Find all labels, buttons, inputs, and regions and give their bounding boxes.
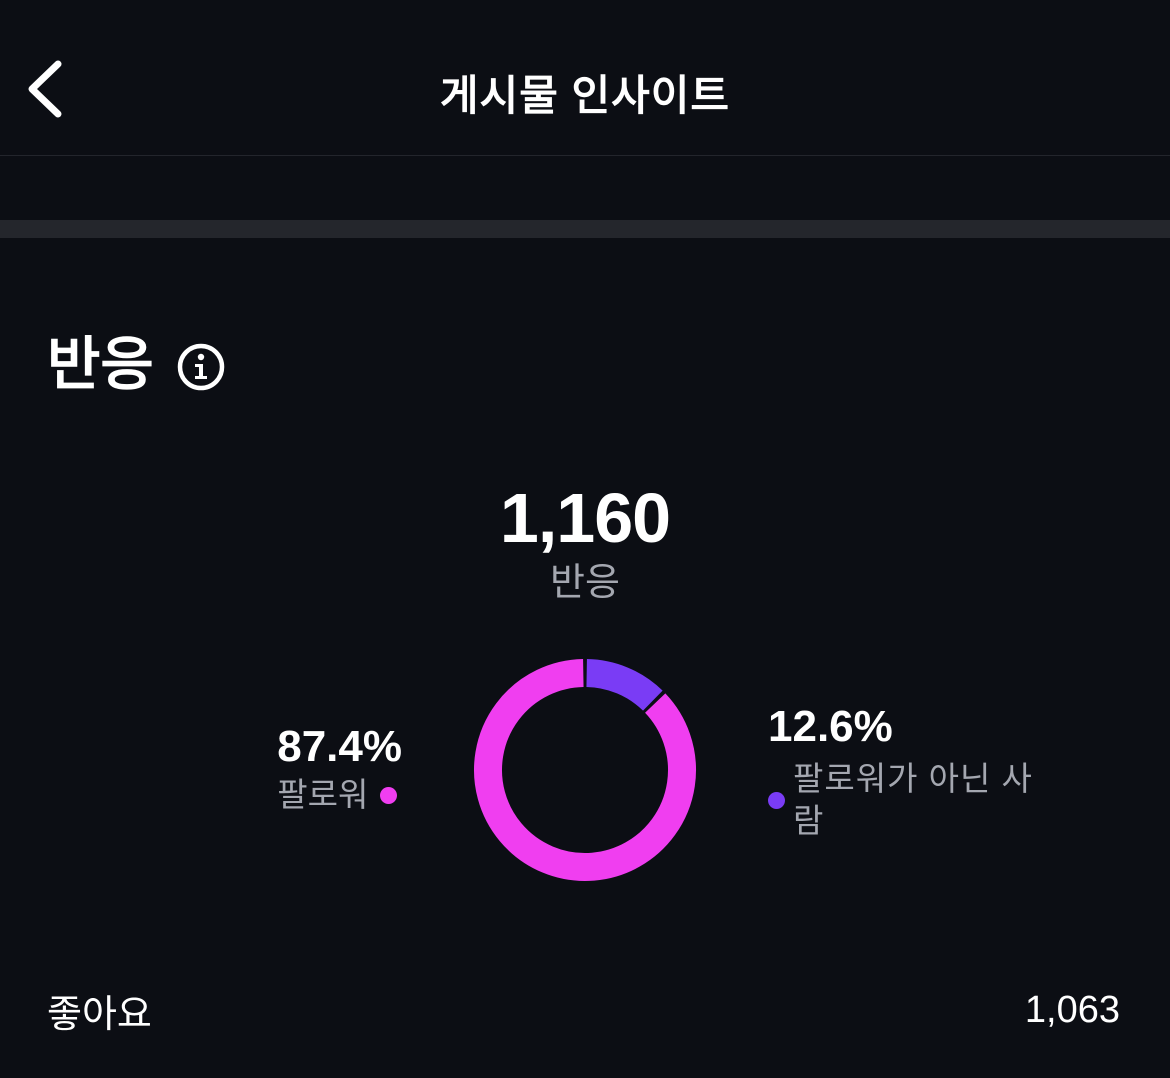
followers-label: 팔로워 — [277, 776, 369, 813]
section-divider — [0, 220, 1170, 238]
non-followers-percent: 12.6% — [768, 702, 893, 751]
legend-non-followers: 팔로워가 아닌 사람 — [768, 758, 1043, 842]
non-followers-label: 팔로워가 아닌 사람 — [793, 760, 1033, 839]
non-followers-slice — [585, 659, 663, 712]
page-title: 게시물 인사이트 — [439, 72, 731, 119]
info-icon[interactable] — [176, 342, 226, 392]
legend-followers: 87.4% 팔로워 — [277, 720, 402, 816]
followers-dot — [380, 786, 398, 804]
interaction-donut-chart — [474, 659, 696, 881]
top-bar: 게시물 인사이트 — [0, 0, 1170, 156]
total-interactions-label: 반응 — [550, 562, 620, 604]
total-interactions-value: 1,160 — [499, 479, 671, 557]
likes-row: 좋아요 1,063 — [47, 985, 1120, 1036]
followers-slice — [474, 659, 696, 881]
followers-percent: 87.4% — [277, 722, 402, 771]
section-title: 반응 — [47, 332, 154, 397]
non-followers-dot — [768, 791, 785, 809]
likes-value: 1,063 — [1024, 988, 1120, 1031]
likes-label: 좋아요 — [47, 993, 152, 1036]
